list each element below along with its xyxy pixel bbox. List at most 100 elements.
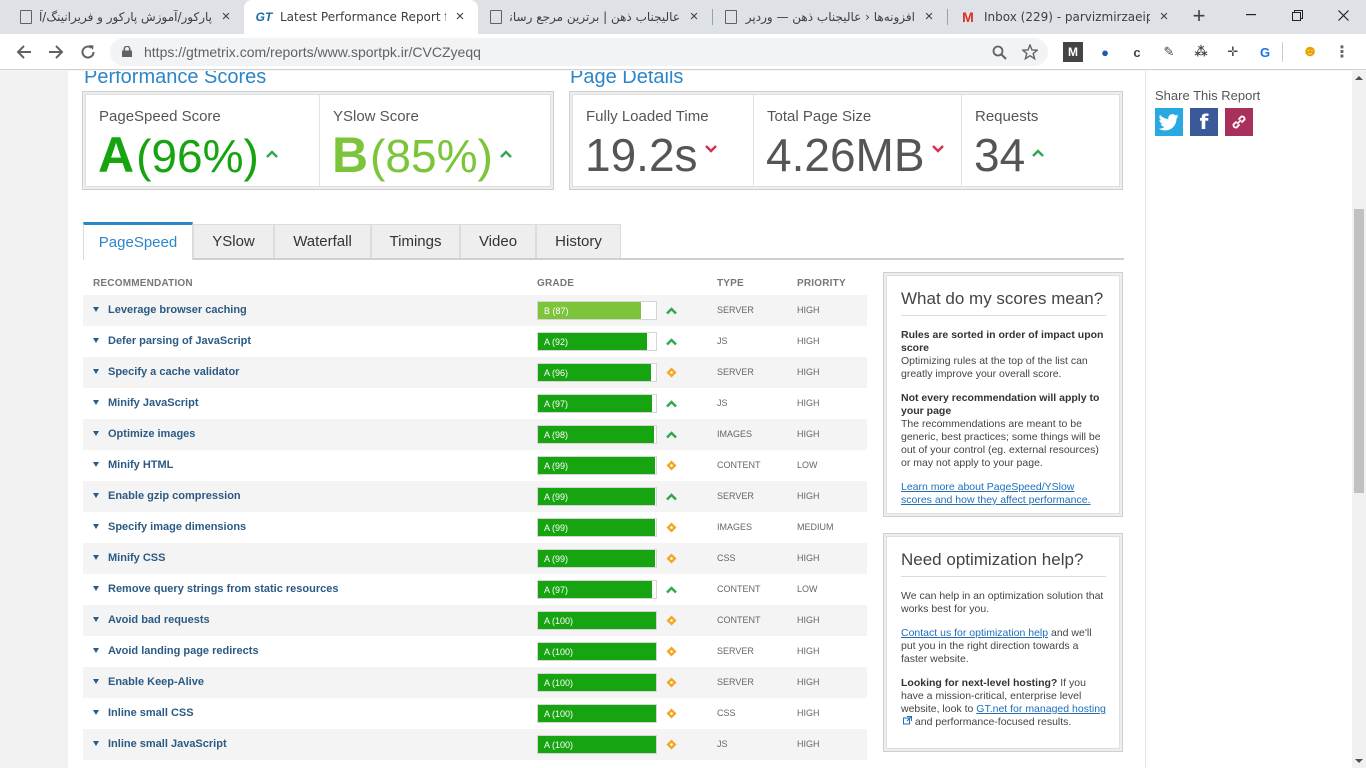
copy-link-share-button[interactable] (1225, 108, 1253, 136)
browser-tab-alijenab-2[interactable]: افزونه‌ها ‹ عالیجناب ذهن — وردپرس × (713, 0, 947, 34)
minimize-button[interactable] (1228, 0, 1274, 30)
expand-arrow-icon[interactable] (93, 431, 99, 436)
forward-button[interactable] (44, 40, 68, 64)
scores-info-text-1: Optimizing rules at the top of the list … (901, 355, 1088, 380)
extension-grid-icon[interactable]: ⁂ (1191, 42, 1211, 62)
expand-arrow-icon[interactable] (93, 617, 99, 622)
recommendation-name[interactable]: Specify a cache validator (108, 366, 239, 378)
expand-arrow-icon[interactable] (93, 555, 99, 560)
table-row[interactable]: Minify CSS A (99) CSS HIGH (83, 543, 867, 574)
browser-tab-gtmetrix[interactable]: GT Latest Performance Report for: http × (244, 0, 478, 34)
close-icon[interactable]: × (218, 9, 234, 25)
tab-history[interactable]: History (536, 224, 621, 258)
table-row[interactable]: Remove query strings from static resourc… (83, 574, 867, 605)
table-row[interactable]: Specify a cache validator A (96) SERVER HIG… (83, 357, 867, 388)
contact-us-link[interactable]: Contact us for optimization help (901, 627, 1048, 639)
expand-arrow-icon[interactable] (93, 524, 99, 529)
recommendation-name[interactable]: Specify image dimensions (108, 521, 246, 533)
table-row[interactable]: Leverage browser caching B (87) SERVER HIGH (83, 295, 867, 326)
recommendation-name[interactable]: Leverage browser caching (108, 304, 247, 316)
profile-avatar-icon[interactable]: ☻ (1300, 42, 1320, 62)
address-bar[interactable]: https://gtmetrix.com/reports/www.sportpk… (110, 38, 1048, 66)
scrollbar-thumb[interactable] (1354, 209, 1364, 493)
close-icon[interactable]: × (452, 9, 468, 25)
table-row[interactable]: Avoid landing page redirects A (100) SERVE… (83, 636, 867, 667)
table-row[interactable]: Minify JavaScript A (97) JS HIGH (83, 388, 867, 419)
recommendation-name[interactable]: Defer parsing of JavaScript (108, 335, 251, 347)
table-row[interactable]: Optimize images A (98) IMAGES HIGH (83, 419, 867, 450)
browser-tab-parkour[interactable]: پارکور/آموزش پارکور و فریرانینگ/آموزش × (8, 0, 244, 34)
expand-arrow-icon[interactable] (93, 462, 99, 467)
table-row[interactable]: Enable Keep-Alive A (100) SERVER HIGH (83, 667, 867, 698)
twitter-share-button[interactable] (1155, 108, 1183, 136)
tab-yslow[interactable]: YSlow (193, 224, 274, 258)
extension-badge-icon[interactable]: ● (1095, 42, 1115, 62)
type-value: JS (717, 739, 728, 749)
page-scrollbar[interactable] (1352, 71, 1366, 768)
browser-tab-gmail[interactable]: M Inbox (229) - parvizmirzaeipk@gm × (948, 0, 1182, 34)
table-row[interactable]: Specify image dimensions A (99) IMAGES MEDI… (83, 512, 867, 543)
zoom-search-icon[interactable] (990, 43, 1008, 61)
extension-translate-icon[interactable]: G (1255, 42, 1275, 62)
expand-arrow-icon[interactable] (93, 679, 99, 684)
expand-arrow-icon[interactable] (93, 338, 99, 343)
page-icon (490, 10, 502, 24)
table-row[interactable]: Inline small CSS A (100) CSS HIGH (83, 698, 867, 729)
extension-m-icon[interactable]: M (1063, 42, 1083, 62)
recommendation-name[interactable]: Minify JavaScript (108, 397, 198, 409)
facebook-share-button[interactable]: f (1190, 108, 1218, 136)
tab-video[interactable]: Video (460, 224, 536, 258)
recommendation-name[interactable]: Enable gzip compression (108, 490, 241, 502)
scroll-down-icon[interactable] (1355, 759, 1363, 763)
back-button[interactable] (12, 40, 36, 64)
expand-arrow-icon[interactable] (93, 648, 99, 653)
bookmark-star-icon[interactable] (1021, 43, 1039, 61)
recommendation-name[interactable]: Inline small JavaScript (108, 738, 227, 750)
close-icon[interactable]: × (686, 9, 702, 25)
browser-tab-alijenab-1[interactable]: عالیجناب ذهن | برترین مرجع رسانه × (478, 0, 712, 34)
recommendation-name[interactable]: Minify CSS (108, 552, 165, 564)
up-arrow-icon (666, 493, 677, 501)
expand-arrow-icon[interactable] (93, 710, 99, 715)
grade-bar: A (100) (537, 673, 657, 692)
recommendation-name[interactable]: Optimize images (108, 428, 195, 440)
grade-bar: A (97) (537, 580, 657, 599)
pagespeed-label: PageSpeed Score (99, 108, 221, 125)
extension-pen-icon[interactable]: ✎ (1159, 42, 1179, 62)
table-row[interactable]: Avoid bad requests A (100) CONTENT HIGH (83, 605, 867, 636)
close-icon[interactable]: × (1156, 9, 1172, 25)
grade-bar: B (87) (537, 301, 657, 320)
table-row[interactable]: Inline small JavaScript A (100) JS HIGH (83, 729, 867, 760)
recommendation-name[interactable]: Remove query strings from static resourc… (108, 583, 338, 595)
restore-button[interactable] (1274, 0, 1320, 30)
expand-arrow-icon[interactable] (93, 369, 99, 374)
reload-button[interactable] (76, 40, 100, 64)
expand-arrow-icon[interactable] (93, 400, 99, 405)
close-icon[interactable]: × (921, 9, 937, 25)
scroll-up-icon[interactable] (1355, 76, 1363, 80)
recommendation-name[interactable]: Minify HTML (108, 459, 173, 471)
extension-move-icon[interactable]: ✛ (1223, 42, 1243, 62)
table-row[interactable]: Defer parsing of JavaScript A (92) JS HIGH (83, 326, 867, 357)
extension-c-icon[interactable]: c (1127, 42, 1147, 62)
tab-pagespeed[interactable]: PageSpeed (83, 222, 193, 260)
recommendation-name[interactable]: Avoid bad requests (108, 614, 210, 626)
gt-net-hosting-link[interactable]: GT.net for managed hosting (976, 703, 1106, 715)
close-window-button[interactable] (1320, 0, 1366, 30)
requests-label: Requests (975, 108, 1039, 125)
new-tab-button[interactable]: + (1188, 5, 1210, 28)
table-row[interactable]: Minify HTML A (99) CONTENT LOW (83, 450, 867, 481)
expand-arrow-icon[interactable] (93, 493, 99, 498)
recommendation-name[interactable]: Avoid landing page redirects (108, 645, 259, 657)
menu-kebab-icon[interactable]: ⋮ (1332, 42, 1352, 62)
expand-arrow-icon[interactable] (93, 586, 99, 591)
tab-timings[interactable]: Timings (371, 224, 460, 258)
page-size-label: Total Page Size (767, 108, 872, 125)
expand-arrow-icon[interactable] (93, 741, 99, 746)
table-row[interactable]: Enable gzip compression A (99) SERVER HIGH (83, 481, 867, 512)
tab-waterfall[interactable]: Waterfall (274, 224, 371, 258)
expand-arrow-icon[interactable] (93, 307, 99, 312)
learn-more-link[interactable]: Learn more about PageSpeed/YSlow scores … (901, 481, 1091, 506)
recommendation-name[interactable]: Inline small CSS (108, 707, 194, 719)
recommendation-name[interactable]: Enable Keep-Alive (108, 676, 204, 688)
